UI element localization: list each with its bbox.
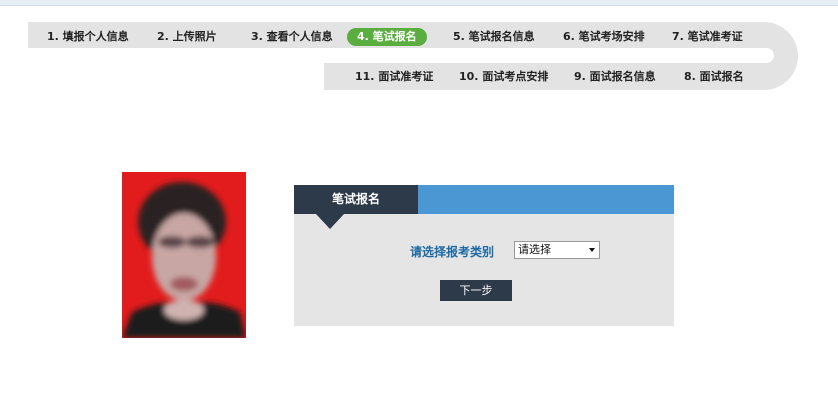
step-track-cap-row2 xyxy=(324,63,354,90)
step-7-written-admission-ticket[interactable]: 7. 笔试准考证 xyxy=(672,28,743,46)
step-2-upload-photo[interactable]: 2. 上传照片 xyxy=(157,28,217,46)
next-step-button[interactable]: 下一步 xyxy=(440,280,512,301)
step-8-interview-registration[interactable]: 8. 面试报名 xyxy=(684,68,744,86)
step-5-written-exam-info[interactable]: 5. 笔试报名信息 xyxy=(453,28,535,46)
exam-category-label: 请选择报考类别 xyxy=(410,245,495,259)
chevron-down-icon xyxy=(589,248,595,252)
panel-tab-title: 笔试报名 xyxy=(294,185,418,214)
top-border xyxy=(0,0,838,6)
track-mask xyxy=(28,48,324,90)
exam-category-select[interactable]: 请选择 xyxy=(514,241,600,259)
step-3-view-info[interactable]: 3. 查看个人信息 xyxy=(251,28,333,46)
id-photo xyxy=(122,172,246,338)
step-9-interview-registration-info[interactable]: 9. 面试报名信息 xyxy=(574,68,656,86)
registration-panel: 笔试报名 请选择报考类别 请选择 下一步 xyxy=(294,185,674,326)
step-1-fill-info[interactable]: 1. 填报个人信息 xyxy=(47,28,129,46)
track-inner-gap xyxy=(324,48,774,63)
step-11-interview-admission-ticket[interactable]: 11. 面试准考证 xyxy=(355,68,433,86)
panel-tab-pointer xyxy=(316,214,344,229)
step-6-written-exam-room[interactable]: 6. 笔试考场安排 xyxy=(563,28,645,46)
step-10-interview-site[interactable]: 10. 面试考点安排 xyxy=(459,68,548,86)
step-4-written-exam-registration[interactable]: 4. 笔试报名 xyxy=(347,28,427,46)
exam-category-select-value: 请选择 xyxy=(518,243,551,256)
